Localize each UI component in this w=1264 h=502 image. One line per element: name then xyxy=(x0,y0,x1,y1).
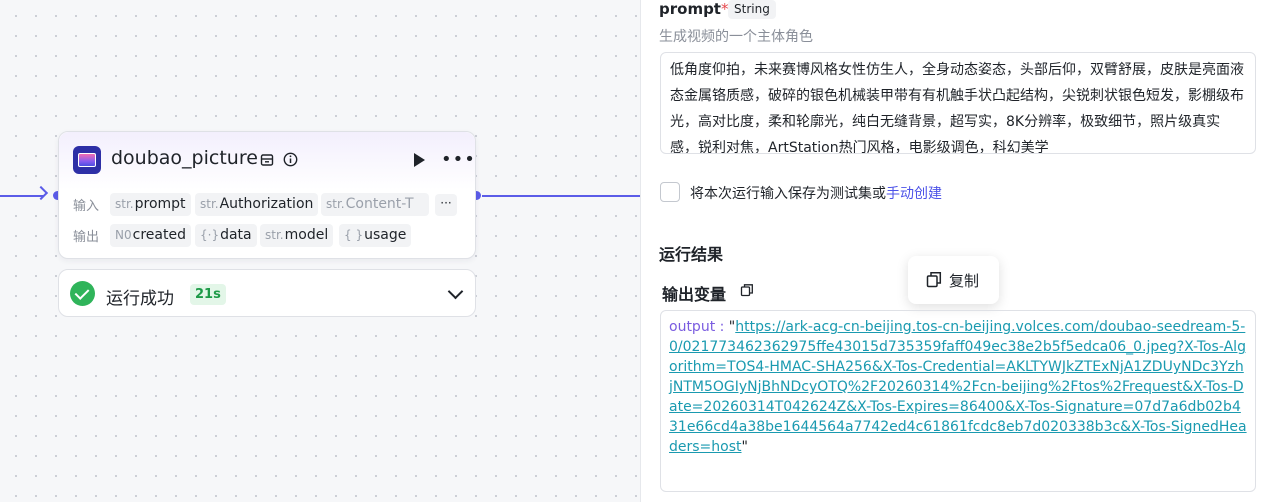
run-result-heading: 运行结果 xyxy=(659,245,724,264)
output-value-box: output : "https://ark-acg-cn-beijing.tos… xyxy=(660,310,1256,492)
node-title: doubao_picture xyxy=(111,147,258,169)
more-inputs-button[interactable]: ··· xyxy=(435,194,457,216)
output-variables-heading: 输出变量 xyxy=(662,285,727,304)
run-status-bar[interactable]: 运行成功 21s xyxy=(58,269,476,317)
output-chip-created: N0created xyxy=(110,224,191,247)
input-chip-prompt: str.prompt xyxy=(110,193,191,216)
output-chip-data: {·}data xyxy=(195,224,257,247)
prompt-description: 生成视频的一个主体角色 xyxy=(659,29,813,45)
output-key: output : xyxy=(669,319,729,335)
workflow-canvas[interactable]: doubao_picture ••• 输入 str.prompt str.Aut… xyxy=(0,0,641,502)
input-chip-authorization: str.Authorization xyxy=(195,193,319,216)
input-chip-content-type: str.Content-T xyxy=(321,193,429,216)
copy-tooltip[interactable]: 复制 xyxy=(908,256,999,304)
prompt-field-label: prompt* xyxy=(659,0,729,18)
doubao-picture-node[interactable]: doubao_picture ••• 输入 str.prompt str.Aut… xyxy=(58,131,476,259)
duration-badge: 21s xyxy=(190,284,226,305)
output-row-label: 输出 xyxy=(73,230,100,245)
copy-icon[interactable] xyxy=(740,283,754,297)
type-badge: String xyxy=(728,0,776,19)
manual-create-link[interactable]: 手动创建 xyxy=(886,186,942,202)
prompt-input[interactable]: 低角度仰拍，未来赛博风格女性仿生人，全身动态姿态，头部后仰，双臂舒展，皮肤是亮面… xyxy=(660,52,1256,154)
database-icon[interactable] xyxy=(260,153,274,167)
copy-icon xyxy=(926,272,942,288)
output-chip-model: str.model xyxy=(260,224,334,247)
play-icon[interactable] xyxy=(411,151,427,169)
picture-plugin-icon xyxy=(73,146,101,174)
status-text: 运行成功 xyxy=(106,289,174,309)
input-row-label: 输入 xyxy=(73,199,100,214)
save-testset-checkbox[interactable] xyxy=(660,182,680,202)
test-run-panel: prompt* String 生成视频的一个主体角色 低角度仰拍，未来赛博风格女… xyxy=(641,0,1264,502)
output-chip-usage: { }usage xyxy=(339,224,412,247)
output-url-link[interactable]: https://ark-acg-cn-beijing.tos-cn-beijin… xyxy=(669,319,1247,455)
save-testset-label: 将本次运行输入保存为测试集或手动创建 xyxy=(690,186,942,202)
copy-label: 复制 xyxy=(949,272,980,290)
outgoing-edge xyxy=(482,195,640,197)
chevron-down-icon[interactable] xyxy=(447,283,464,300)
edge-arrow-icon xyxy=(33,185,49,201)
info-icon[interactable] xyxy=(283,152,298,167)
success-check-icon xyxy=(70,281,95,306)
more-icon[interactable]: ••• xyxy=(441,149,476,170)
